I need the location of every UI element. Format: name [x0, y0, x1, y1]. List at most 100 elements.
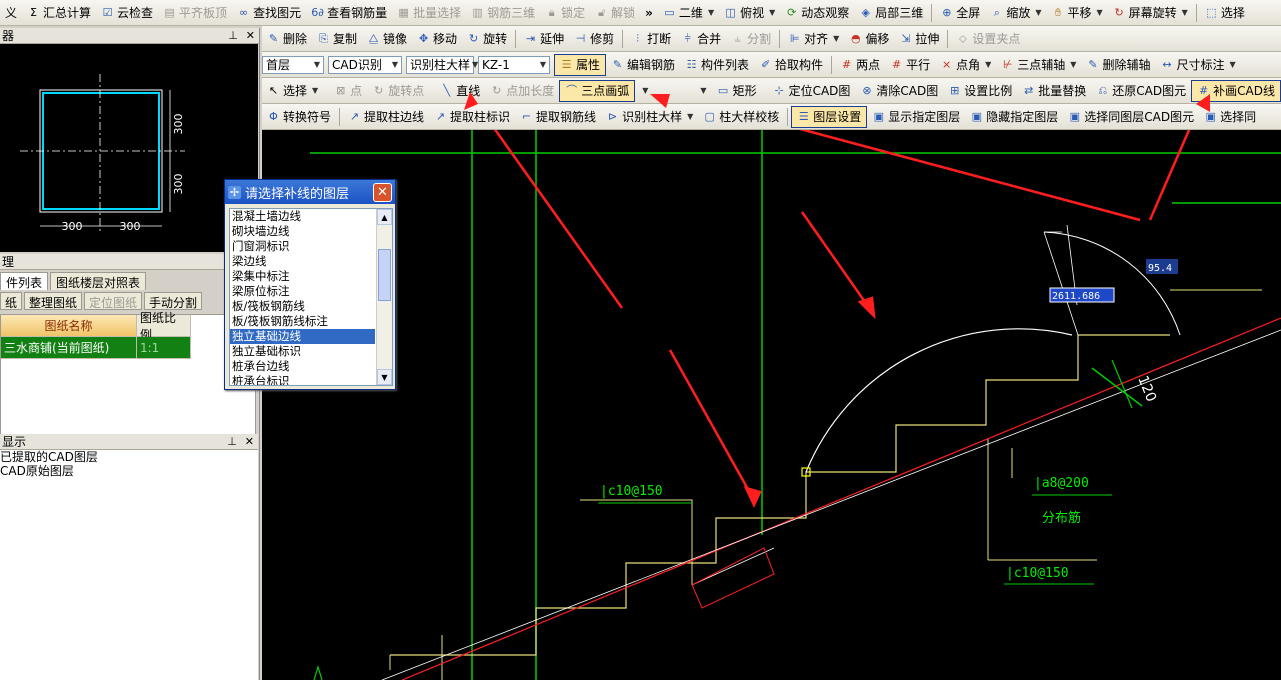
cad-canvas[interactable]: 120 |c10@150 |a8@200 分布筋 |c10@150 95.4 2…: [262, 130, 1281, 680]
local-3d-button[interactable]: ◈ 局部三维: [854, 2, 928, 24]
column-header-scale[interactable]: 图纸比例: [137, 311, 191, 342]
copy-button[interactable]: ⎘ 复制: [312, 28, 362, 50]
locate-cad-button[interactable]: ⊹ 定位CAD图: [768, 80, 856, 102]
set-scale-button[interactable]: ⊞ 设置比例: [943, 80, 1017, 102]
delete-button[interactable]: ✎ 删除: [262, 28, 312, 50]
edit-rebar-button[interactable]: ✎ 编辑钢筋: [606, 54, 680, 76]
tab-element-list[interactable]: 件列表: [0, 272, 49, 290]
list-item[interactable]: 板/筏板钢筋线标注: [230, 314, 375, 329]
unlock-button[interactable]: 🔓︎ 解锁: [590, 2, 640, 24]
list-item[interactable]: 梁集中标注: [230, 269, 375, 284]
locate-drawing-button[interactable]: 定位图纸: [84, 292, 143, 310]
break-button[interactable]: ⫶ 打断: [626, 28, 676, 50]
three-point-arc-button[interactable]: ⌒ 三点画弧: [559, 79, 636, 102]
dimension-dropdown[interactable]: ↔ 尺寸标注 ▼: [1155, 54, 1240, 76]
cloud-check-button[interactable]: ☑ 云检查: [96, 2, 158, 24]
scroll-thumb[interactable]: [378, 249, 391, 301]
merge-button[interactable]: ⫩ 合并: [676, 28, 726, 50]
close-icon[interactable]: ✕: [373, 182, 392, 202]
delete-axis-button[interactable]: ✎ 删除辅轴: [1081, 54, 1155, 76]
tab-floor-mapping[interactable]: 图纸楼层对照表: [50, 272, 147, 290]
select-dropdown[interactable]: ↖ 选择 ▼: [262, 80, 323, 102]
hide-layer-button[interactable]: ▣ 隐藏指定图层: [965, 106, 1063, 128]
split-button[interactable]: ⫨ 分割: [726, 28, 776, 50]
angle-input[interactable]: 95.4: [1148, 263, 1172, 274]
batch-select-button[interactable]: ▦ 批量选择: [392, 2, 466, 24]
lock-button[interactable]: 🔒︎ 锁定: [540, 2, 590, 24]
mirror-button[interactable]: ⧋ 镜像: [362, 28, 412, 50]
screen-rotate-dropdown[interactable]: ↻ 屏幕旋转 ▼: [1108, 2, 1193, 24]
toolbar-item-partial[interactable]: 义: [0, 2, 22, 24]
select-button[interactable]: ⬚ 选择: [1200, 2, 1250, 24]
dynamic-observe-button[interactable]: ⟳ 动态观察: [780, 2, 854, 24]
manual-split-button[interactable]: 手动分割: [144, 292, 203, 310]
select-same-button[interactable]: ▣ 选择同: [1199, 106, 1261, 128]
column-header-name[interactable]: 图纸名称: [1, 315, 137, 337]
list-item[interactable]: 门窗洞标识: [230, 239, 375, 254]
zoom-dropdown[interactable]: ⌕ 缩放 ▼: [985, 2, 1046, 24]
drawing-scale-cell[interactable]: 1:1: [137, 337, 191, 359]
trim-button[interactable]: ⊣ 修剪: [569, 28, 619, 50]
close-icon[interactable]: ✕: [246, 29, 255, 42]
pin-icon[interactable]: ⊥: [227, 435, 237, 448]
view-rebar-qty-button[interactable]: 6∂ 查看钢筋量: [306, 2, 392, 24]
arc-dropdown-chevron[interactable]: ▼: [635, 80, 653, 102]
listbox-scrollbar[interactable]: ▲ ▼: [376, 209, 392, 385]
restore-cad-button[interactable]: ⎌ 还原CAD图元: [1091, 80, 1191, 102]
cad-recognize-select[interactable]: CAD识别 ▼: [328, 55, 402, 74]
batch-replace-button[interactable]: ⇄ 批量替换: [1017, 80, 1091, 102]
summary-calc-button[interactable]: Σ 汇总计算: [22, 2, 96, 24]
point-angle-dropdown[interactable]: ⨯ 点角 ▼: [935, 54, 996, 76]
set-grip-button[interactable]: ⬦ 设置夹点: [951, 28, 1025, 50]
show-layer-button[interactable]: ▣ 显示指定图层: [867, 106, 965, 128]
overflow-chevron[interactable]: »: [640, 2, 658, 24]
length-input[interactable]: 2611.686: [1052, 291, 1100, 302]
list-item[interactable]: 砌块墙边线: [230, 224, 375, 239]
list-item-selected[interactable]: 独立基础边线: [230, 329, 375, 344]
extend-button[interactable]: ⇥ 延伸: [519, 28, 569, 50]
element-select[interactable]: KZ-1 ▼: [478, 55, 550, 74]
shape-dropdown-chevron[interactable]: ▼: [693, 80, 711, 102]
extract-column-label-button[interactable]: ↗ 提取柱标识: [429, 106, 515, 128]
two-point-axis-button[interactable]: # 两点: [835, 54, 885, 76]
close-icon[interactable]: ✕: [245, 435, 254, 448]
organize-drawing-button[interactable]: 整理图纸: [24, 292, 83, 310]
table-row[interactable]: 三水商铺(当前图纸) 1:1: [1, 337, 255, 359]
layer-item-original[interactable]: CAD原始图层: [0, 464, 258, 478]
list-item[interactable]: 梁原位标注: [230, 284, 375, 299]
rotate-point-button[interactable]: ↻ 旋转点: [367, 80, 429, 102]
dialog-titlebar[interactable]: ✢ 请选择补线的图层 ✕: [225, 180, 395, 204]
list-item[interactable]: 混凝土墙边线: [230, 209, 375, 224]
list-item[interactable]: 梁边线: [230, 254, 375, 269]
pick-element-button[interactable]: ✐ 拾取构件: [754, 54, 828, 76]
offset-button[interactable]: ◓ 偏移: [844, 28, 894, 50]
list-item[interactable]: 桩承台边线: [230, 359, 375, 374]
list-item[interactable]: 独立基础标识: [230, 344, 375, 359]
flush-slab-top-button[interactable]: ▤ 平齐板顶: [158, 2, 232, 24]
rotate-button[interactable]: ↻ 旋转: [462, 28, 512, 50]
move-button[interactable]: ✥ 移动: [412, 28, 462, 50]
drawing-name-cell[interactable]: 三水商铺(当前图纸): [1, 337, 137, 359]
layer-listbox[interactable]: 混凝土墙边线 砌块墙边线 门窗洞标识 梁边线 梁集中标注 梁原位标注 板/筏板钢…: [229, 208, 393, 386]
top-view-dropdown[interactable]: ◫ 俯视 ▼: [719, 2, 780, 24]
rebar-3d-button[interactable]: ▥ 钢筋三维: [466, 2, 540, 24]
add-drawing-button[interactable]: 纸: [0, 292, 23, 310]
fullscreen-button[interactable]: ⊕ 全屏: [935, 2, 985, 24]
element-list-button[interactable]: ☷ 构件列表: [680, 54, 754, 76]
property-button[interactable]: ☰ 属性: [554, 53, 607, 76]
recognize-type-select[interactable]: 识别柱大样 ▼: [406, 55, 478, 74]
clear-cad-button[interactable]: ⊗ 清除CAD图: [855, 80, 943, 102]
floor-select[interactable]: 首层 ▼: [262, 55, 324, 74]
scroll-up-icon[interactable]: ▲: [377, 209, 392, 225]
extract-column-edge-button[interactable]: ↗ 提取柱边线: [343, 106, 429, 128]
rectangle-button[interactable]: ▭ 矩形: [712, 80, 762, 102]
three-point-axis-dropdown[interactable]: ⊬ 三点辅轴 ▼: [996, 54, 1081, 76]
list-item[interactable]: 板/筏板钢筋线: [230, 299, 375, 314]
view-2d-dropdown[interactable]: ▭ 二维 ▼: [658, 2, 719, 24]
extract-rebar-line-button[interactable]: ⌐ 提取钢筋线: [515, 106, 601, 128]
column-detail-check-button[interactable]: ▢ 柱大样校核: [698, 106, 784, 128]
stretch-button[interactable]: ⇲ 拉伸: [894, 28, 944, 50]
pin-icon[interactable]: ⊥: [228, 29, 238, 42]
list-item[interactable]: 桩承台标识: [230, 374, 375, 385]
point-button[interactable]: ⊠ 点: [329, 80, 367, 102]
